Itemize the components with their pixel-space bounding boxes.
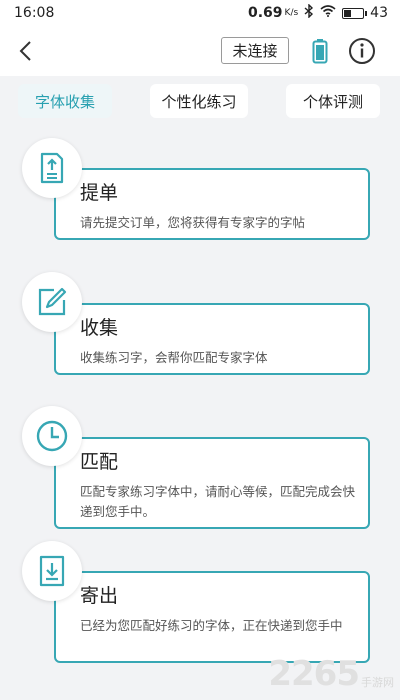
step-title: 寄出 (80, 585, 119, 607)
watermark-number: 2265 (268, 654, 360, 694)
net-speed-unit: K/s (284, 8, 299, 18)
status-bar: 16:08 0.69 K/s 43 (0, 0, 400, 26)
net-speed: 0.69 (248, 5, 283, 21)
step-title: 匹配 (80, 451, 119, 473)
bluetooth-icon (304, 3, 314, 22)
status-battery-icon (342, 7, 368, 19)
step-title: 收集 (80, 317, 119, 339)
step-card-collect[interactable]: 收集 收集练习字，会帮你匹配专家字体 (54, 303, 370, 375)
upload-document-icon (22, 138, 82, 198)
step-card-ship[interactable]: 寄出 已经为您匹配好练习的字体，正在快递到您手中 (54, 571, 370, 663)
back-arrow-icon (19, 41, 31, 61)
step-card-match[interactable]: 匹配 匹配专家练习字体中，请耐心等候，匹配完成会快递到您手中。 (54, 437, 370, 529)
site-watermark: 2265 手游网 (268, 654, 394, 694)
step-description: 匹配专家练习字体中，请耐心等候，匹配完成会快递到您手中。 (80, 484, 356, 519)
tab-individual-assessment[interactable]: 个体评测 (286, 84, 380, 118)
tab-font-collection[interactable]: 字体收集 (18, 84, 112, 118)
header: 未连接 (0, 26, 400, 76)
battery-level: 43 (370, 5, 388, 21)
battery-icon (312, 39, 328, 64)
back-button[interactable] (8, 34, 42, 68)
info-button[interactable] (346, 35, 378, 67)
watermark-text: 手游网 (361, 676, 394, 689)
step-description: 收集练习字，会帮你匹配专家字体 (80, 350, 268, 365)
wifi-icon (320, 5, 336, 21)
clock-icon (22, 406, 82, 466)
tab-personalized-practice[interactable]: 个性化练习 (150, 84, 248, 118)
device-battery-button[interactable] (307, 36, 333, 66)
status-time: 16:08 (14, 5, 55, 21)
tab-bar: 字体收集 个性化练习 个体评测 (0, 76, 400, 126)
edit-pencil-icon (22, 272, 82, 332)
step-description: 请先提交订单，您将获得有专家字的字帖 (80, 215, 306, 230)
status-icons: 0.69 K/s 43 (248, 3, 388, 22)
step-card-submit-order[interactable]: 提单 请先提交订单，您将获得有专家字的字帖 (54, 168, 370, 240)
step-title: 提单 (80, 182, 119, 204)
connection-status-button[interactable]: 未连接 (221, 37, 289, 64)
info-icon (349, 38, 375, 64)
step-description: 已经为您匹配好练习的字体，正在快递到您手中 (80, 618, 343, 633)
download-icon (22, 541, 82, 601)
